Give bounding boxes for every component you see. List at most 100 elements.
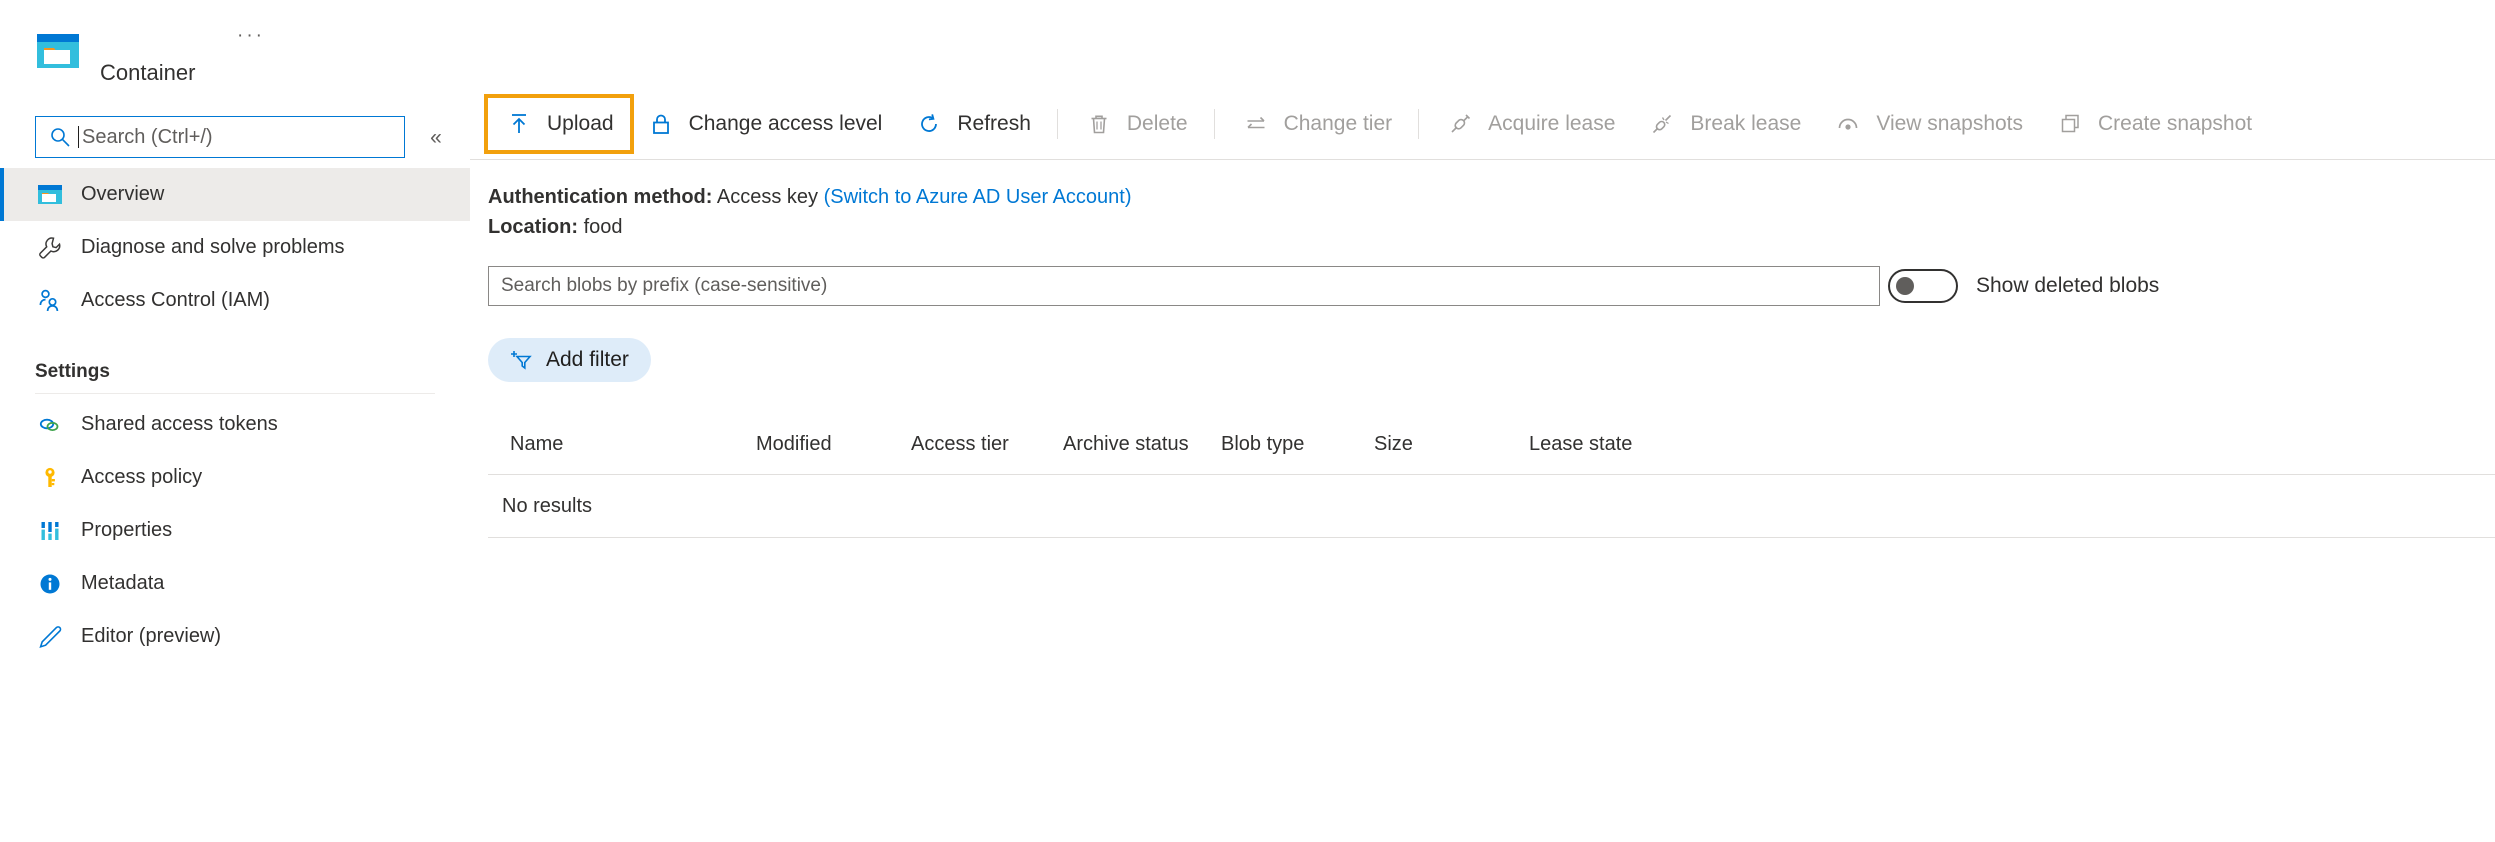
break-lease-button: Break lease [1631,98,1817,150]
sidebar-item-label: Access policy [81,466,202,489]
add-filter-label: Add filter [546,348,629,372]
change-tier-button: Change tier [1225,98,1409,150]
sidebar-item-overview[interactable]: Overview [0,168,470,221]
add-filter-button[interactable]: Add filter [488,338,651,382]
table-empty-row: No results [488,475,2495,537]
sidebar-item-label: Overview [81,183,164,206]
search-placeholder: Search (Ctrl+/) [82,126,213,149]
collapse-panel-button[interactable]: « [420,122,452,154]
toolbar-divider [1418,109,1419,139]
column-header-archive-status[interactable]: Archive status [1063,433,1221,456]
resource-header: ··· Container [0,0,470,108]
column-header-name[interactable]: Name [488,433,756,456]
table-header-row: Name Modified Access tier Archive status… [488,414,2495,474]
sidebar-item-label: Editor (preview) [81,625,221,648]
command-label: View snapshots [1876,112,2023,136]
filter-plus-icon [506,346,536,374]
left-navigation-panel: ··· Container Search (Ctrl+/) « [0,0,470,842]
column-header-lease-state[interactable]: Lease state [1529,433,1632,456]
column-header-modified[interactable]: Modified [756,433,911,456]
nav-search-wrapper: Search (Ctrl+/) [35,116,405,158]
show-deleted-blobs-label: Show deleted blobs [1976,274,2159,298]
sidebar-item-access-control-iam[interactable]: Access Control (IAM) [0,274,470,327]
sidebar-item-metadata[interactable]: Metadata [0,557,470,610]
location-label: Location: [488,216,578,238]
show-deleted-blobs-row: Show deleted blobs [1888,266,2159,306]
sidebar-nav-list: Overview Diagnose and solve problems [0,168,470,663]
authentication-method-value: Access key [717,186,818,208]
switch-auth-link[interactable]: (Switch to Azure AD User Account) [824,186,1132,208]
swap-arrows-icon [1241,110,1271,138]
upload-arrow-icon [504,110,534,138]
more-options-button[interactable]: ··· [228,22,274,48]
upload-button[interactable]: Upload [488,98,630,150]
change-access-level-button[interactable]: Change access level [630,98,899,150]
sidebar-item-label: Access Control (IAM) [81,289,270,312]
sliders-icon [35,517,65,545]
sidebar-item-diagnose-and-solve-problems[interactable]: Diagnose and solve problems [0,221,470,274]
command-label: Upload [547,112,614,136]
location-value: food [584,216,623,238]
empty-message: No results [488,495,592,518]
command-label: Delete [1127,112,1188,136]
info-icon [35,570,65,598]
command-label: Change tier [1284,112,1393,136]
people-icon [35,287,65,315]
toolbar-divider [1057,109,1058,139]
sidebar-item-access-policy[interactable]: Access policy [0,451,470,504]
column-header-blob-type[interactable]: Blob type [1221,433,1374,456]
key-icon [35,464,65,492]
authentication-method-line: Authentication method: Access key (Switc… [488,182,1132,212]
refresh-button[interactable]: Refresh [898,98,1047,150]
sidebar-group-settings: Settings [0,327,470,383]
command-label: Break lease [1690,112,1801,136]
link-rings-icon [35,411,65,439]
column-header-access-tier[interactable]: Access tier [911,433,1063,456]
authentication-method-label: Authentication method: [488,186,712,208]
show-deleted-blobs-toggle[interactable] [1888,269,1958,303]
create-snapshot-button: Create snapshot [2039,98,2268,150]
wrench-icon [35,234,65,262]
sidebar-item-shared-access-tokens[interactable]: Shared access tokens [0,398,470,451]
container-icon [35,181,65,209]
plug-icon [1445,110,1475,138]
command-label: Refresh [957,112,1031,136]
refresh-icon [914,110,944,138]
command-toolbar: Upload Change access level [470,95,2268,153]
command-label: Acquire lease [1488,112,1615,136]
view-snapshots-button: View snapshots [1817,98,2039,150]
sidebar-divider [35,393,435,394]
column-header-size[interactable]: Size [1374,433,1529,456]
blob-search-placeholder: Search blobs by prefix (case-sensitive) [501,275,827,297]
lock-icon [646,110,676,138]
command-label: Change access level [689,112,883,136]
main-content: Upload Change access level [470,0,2495,842]
container-icon [35,28,81,74]
search-icon [46,125,74,149]
sidebar-item-label: Metadata [81,572,164,595]
sidebar-item-properties[interactable]: Properties [0,504,470,557]
text-caret [78,126,79,148]
sidebar-item-editor-preview[interactable]: Editor (preview) [0,610,470,663]
page-title: Container [100,60,195,86]
sidebar-item-label: Properties [81,519,172,542]
sidebar-item-label: Shared access tokens [81,413,278,436]
toggle-knob [1896,277,1914,295]
azure-container-blade: ··· Container Search (Ctrl+/) « [0,0,2495,842]
authentication-info: Authentication method: Access key (Switc… [488,182,1132,242]
pencil-icon [35,623,65,651]
search-input[interactable]: Search (Ctrl+/) [35,116,405,158]
delete-button: Delete [1068,98,1204,150]
command-label: Create snapshot [2098,112,2252,136]
location-line: Location: food [488,212,1132,242]
blob-search-input[interactable]: Search blobs by prefix (case-sensitive) [488,266,1880,306]
broken-plug-icon [1647,110,1677,138]
snapshot-view-icon [1833,110,1863,138]
blob-table: Name Modified Access tier Archive status… [488,414,2495,538]
toolbar-bottom-rule [470,159,2495,160]
toolbar-divider [1214,109,1215,139]
snapshot-create-icon [2055,110,2085,138]
acquire-lease-button: Acquire lease [1429,98,1631,150]
trash-icon [1084,110,1114,138]
sidebar-item-label: Diagnose and solve problems [81,236,345,259]
